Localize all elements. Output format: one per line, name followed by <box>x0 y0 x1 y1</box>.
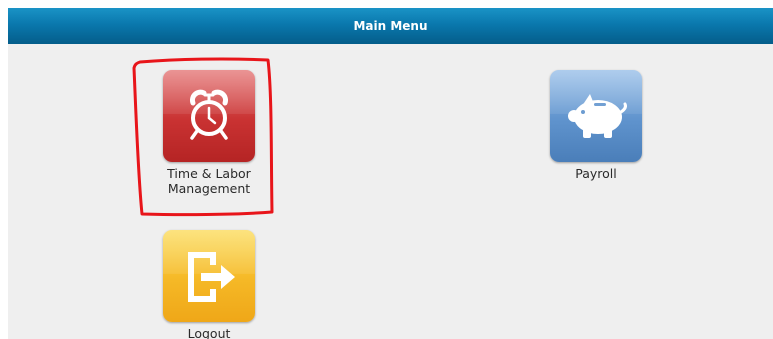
time-labor-label[interactable]: Time & Labor Management <box>139 166 279 196</box>
logout-tile[interactable]: Logout <box>139 230 279 339</box>
main-menu-page: Main Menu Time & Labor Management Payrol… <box>8 8 773 339</box>
payroll-tile[interactable]: Payroll <box>526 70 666 181</box>
payroll-label[interactable]: Payroll <box>526 166 666 181</box>
main-menu-header: Main Menu <box>8 8 773 44</box>
payroll-icon-button[interactable] <box>550 70 642 162</box>
alarm-clock-icon <box>190 89 228 140</box>
piggy-bank-icon <box>568 94 627 138</box>
time-labor-icon-button[interactable] <box>163 70 255 162</box>
logout-icon-button[interactable] <box>163 230 255 322</box>
time-labor-management-tile[interactable]: Time & Labor Management <box>139 70 279 196</box>
logout-label[interactable]: Logout <box>139 326 279 339</box>
logout-icon <box>188 252 235 302</box>
